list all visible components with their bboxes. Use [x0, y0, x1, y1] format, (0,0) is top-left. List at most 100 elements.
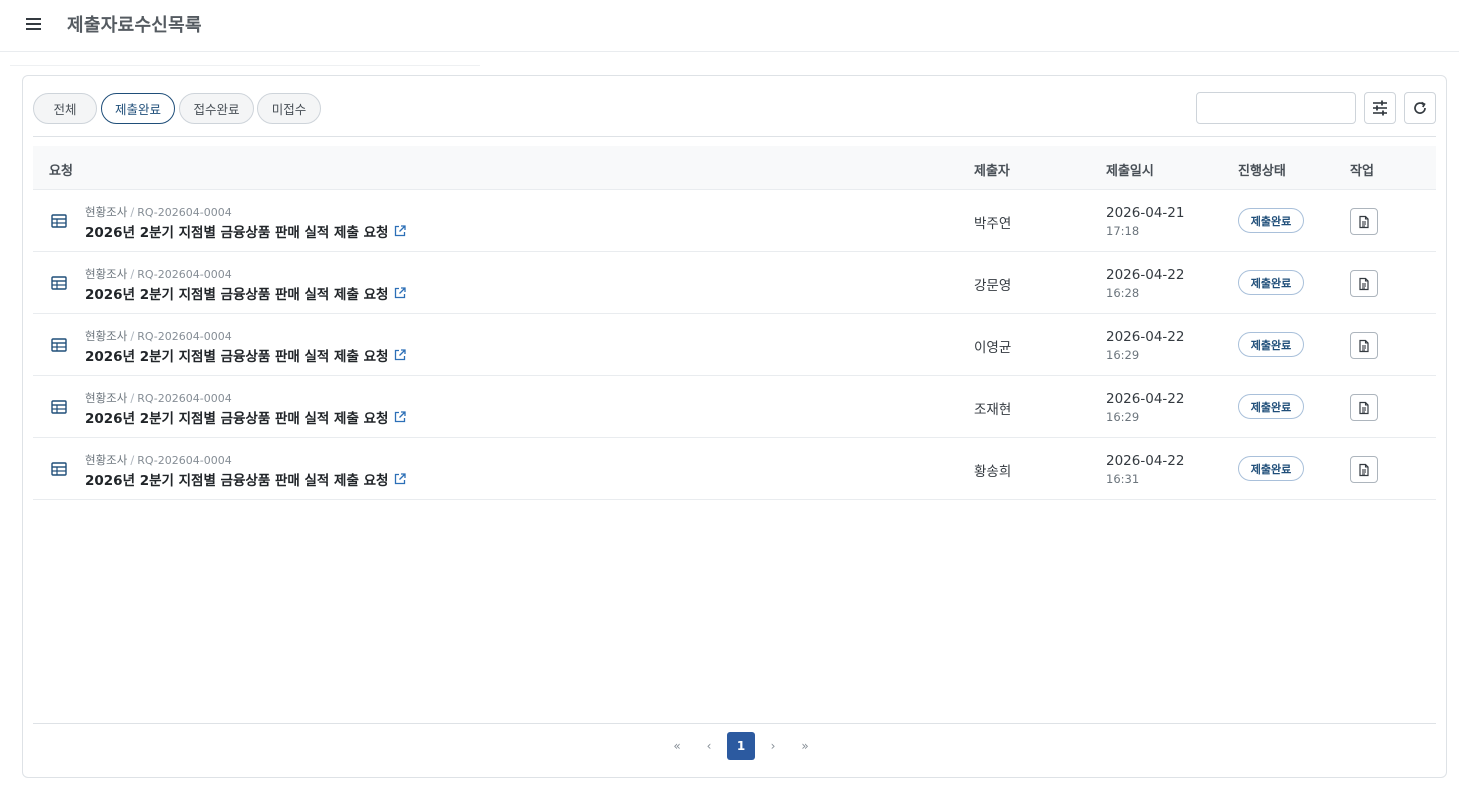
document-icon	[1359, 401, 1369, 414]
request-code: RQ-202604-0004	[137, 330, 232, 343]
submitted-time: 16:29	[1106, 410, 1140, 424]
meta-separator: /	[130, 391, 135, 405]
page-title: 제출자료수신목록	[67, 15, 202, 36]
last-page-button[interactable]: »	[789, 732, 821, 760]
submitted-time: 16:28	[1106, 286, 1140, 300]
meta-separator: /	[130, 453, 135, 467]
first-page-button[interactable]: «	[661, 732, 693, 760]
request-title-link[interactable]: 2026년 2분기 지점별 금융상품 판매 실적 제출 요청	[85, 345, 407, 365]
request-title: 2026년 2분기 지점별 금융상품 판매 실적 제출 요청	[85, 349, 389, 365]
document-icon	[1359, 339, 1369, 352]
submitter-name: 강문영	[974, 278, 1012, 294]
table-row: 현황조사 / RQ-202604-0004 2026년 2분기 지점별 금융상품 판…	[33, 376, 1436, 438]
status-badge: 제출완료	[1238, 270, 1304, 295]
table-row: 현황조사 / RQ-202604-0004 2026년 2분기 지점별 금융상품 판…	[33, 252, 1436, 314]
request-meta: 현황조사 / RQ-202604-0004	[85, 204, 232, 220]
meta-separator: /	[130, 329, 135, 343]
table-icon	[51, 276, 67, 290]
submitted-time: 16:29	[1106, 348, 1140, 362]
submitted-time: 16:31	[1106, 472, 1140, 486]
request-code: RQ-202604-0004	[137, 268, 232, 281]
search-input[interactable]	[1196, 92, 1356, 124]
refresh-button[interactable]	[1404, 92, 1436, 124]
request-code: RQ-202604-0004	[137, 392, 232, 405]
request-title: 2026년 2분기 지점별 금융상품 판매 실적 제출 요청	[85, 225, 389, 241]
request-title: 2026년 2분기 지점별 금융상품 판매 실적 제출 요청	[85, 287, 389, 303]
table-row: 현황조사 / RQ-202604-0004 2026년 2분기 지점별 금융상품 판…	[33, 314, 1436, 376]
hamburger-menu-icon[interactable]	[24, 14, 44, 34]
request-category: 현황조사	[85, 391, 128, 405]
external-link-icon	[395, 473, 407, 485]
divider	[10, 65, 480, 66]
next-page-button[interactable]: ›	[757, 732, 789, 760]
status-badge: 제출완료	[1238, 394, 1304, 419]
pagination: « ‹ 1 › »	[661, 732, 821, 760]
list-card: 전체 제출완료 접수완료 미접수 요청 제출자 제출일시 진행상태 작업 현황조…	[22, 75, 1447, 778]
document-icon	[1359, 463, 1369, 476]
submitted-date: 2026-04-22	[1106, 453, 1185, 469]
top-bar: 제출자료수신목록	[0, 0, 1459, 52]
submitter-name: 이영균	[974, 340, 1012, 356]
request-meta: 현황조사 / RQ-202604-0004	[85, 266, 232, 282]
request-title-link[interactable]: 2026년 2분기 지점별 금융상품 판매 실적 제출 요청	[85, 221, 407, 241]
filter-submitted-button[interactable]: 제출완료	[101, 93, 175, 124]
external-link-icon	[395, 411, 407, 423]
table-icon	[51, 400, 67, 414]
request-meta: 현황조사 / RQ-202604-0004	[85, 328, 232, 344]
filter-not-received-button[interactable]: 미접수	[257, 93, 321, 124]
document-icon	[1359, 277, 1369, 290]
column-header-status: 진행상태	[1238, 164, 1286, 179]
request-category: 현황조사	[85, 453, 128, 467]
request-category: 현황조사	[85, 267, 128, 281]
column-header-action: 작업	[1350, 164, 1374, 179]
view-document-button[interactable]	[1350, 270, 1378, 297]
divider	[33, 136, 1436, 137]
submitted-time: 17:18	[1106, 224, 1140, 238]
submitter-name: 박주연	[974, 216, 1012, 232]
request-category: 현황조사	[85, 205, 128, 219]
status-badge: 제출완료	[1238, 208, 1304, 233]
column-header-request: 요청	[49, 164, 73, 179]
request-title: 2026년 2분기 지점별 금융상품 판매 실적 제출 요청	[85, 473, 389, 489]
submitted-date: 2026-04-22	[1106, 329, 1185, 345]
submitted-date: 2026-04-22	[1106, 391, 1185, 407]
meta-separator: /	[130, 267, 135, 281]
filter-all-button[interactable]: 전체	[33, 93, 97, 124]
request-title-link[interactable]: 2026년 2분기 지점별 금융상품 판매 실적 제출 요청	[85, 407, 407, 427]
table-header: 요청 제출자 제출일시 진행상태 작업	[33, 146, 1436, 190]
sliders-icon	[1373, 100, 1387, 116]
request-meta: 현황조사 / RQ-202604-0004	[85, 390, 232, 406]
view-document-button[interactable]	[1350, 456, 1378, 483]
document-icon	[1359, 215, 1369, 228]
request-category: 현황조사	[85, 329, 128, 343]
submitted-date: 2026-04-21	[1106, 205, 1185, 221]
table-icon	[51, 338, 67, 352]
submitter-name: 조재현	[974, 402, 1012, 418]
column-header-submitter: 제출자	[974, 164, 1010, 179]
external-link-icon	[395, 349, 407, 361]
request-code: RQ-202604-0004	[137, 454, 232, 467]
table-icon	[51, 462, 67, 476]
request-title-link[interactable]: 2026년 2분기 지점별 금융상품 판매 실적 제출 요청	[85, 469, 407, 489]
request-code: RQ-202604-0004	[137, 206, 232, 219]
table-row: 현황조사 / RQ-202604-0004 2026년 2분기 지점별 금융상품 판…	[33, 190, 1436, 252]
request-meta: 현황조사 / RQ-202604-0004	[85, 452, 232, 468]
external-link-icon	[395, 225, 407, 237]
submitted-date: 2026-04-22	[1106, 267, 1185, 283]
view-document-button[interactable]	[1350, 332, 1378, 359]
filter-received-button[interactable]: 접수완료	[179, 93, 254, 124]
request-title-link[interactable]: 2026년 2분기 지점별 금융상품 판매 실적 제출 요청	[85, 283, 407, 303]
prev-page-button[interactable]: ‹	[693, 732, 725, 760]
submitter-name: 황송희	[974, 464, 1012, 480]
filter-settings-button[interactable]	[1364, 92, 1396, 124]
refresh-icon	[1414, 101, 1426, 114]
divider	[33, 723, 1436, 724]
view-document-button[interactable]	[1350, 394, 1378, 421]
view-document-button[interactable]	[1350, 208, 1378, 235]
column-header-submitted-at: 제출일시	[1106, 164, 1154, 179]
page-button-current[interactable]: 1	[727, 732, 755, 760]
external-link-icon	[395, 287, 407, 299]
status-badge: 제출완료	[1238, 332, 1304, 357]
request-title: 2026년 2분기 지점별 금융상품 판매 실적 제출 요청	[85, 411, 389, 427]
status-badge: 제출완료	[1238, 456, 1304, 481]
